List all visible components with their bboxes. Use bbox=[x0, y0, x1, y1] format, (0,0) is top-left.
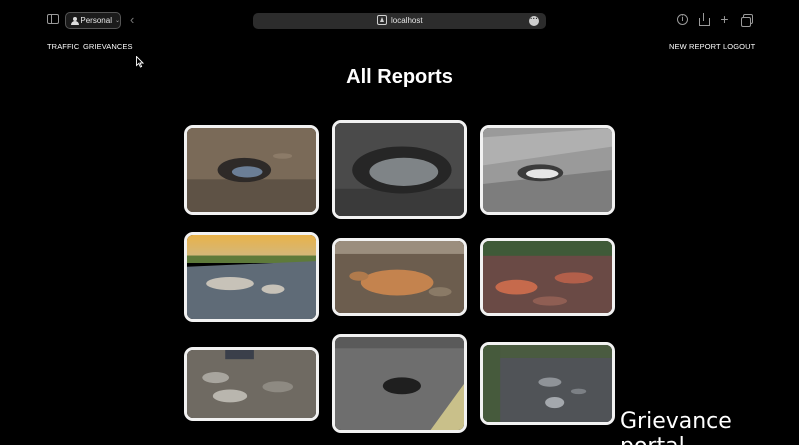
report-card[interactable] bbox=[184, 347, 319, 421]
more-options-icon[interactable]: ··· bbox=[529, 15, 539, 26]
report-image bbox=[187, 235, 316, 319]
report-card[interactable] bbox=[332, 120, 467, 219]
report-image bbox=[335, 337, 464, 430]
report-image bbox=[335, 241, 464, 313]
new-tab-plus-icon[interactable]: + bbox=[719, 12, 730, 26]
report-image bbox=[187, 350, 316, 418]
report-image bbox=[483, 241, 612, 313]
person-icon bbox=[71, 16, 80, 25]
info-icon[interactable]: i bbox=[677, 14, 688, 25]
share-icon[interactable] bbox=[698, 13, 710, 26]
nav-logout-link[interactable]: LOGOUT bbox=[723, 42, 755, 51]
tab-overview-icon[interactable] bbox=[741, 14, 753, 27]
report-card[interactable] bbox=[184, 125, 319, 215]
profile-button[interactable]: Personal ⌄ bbox=[65, 12, 121, 29]
report-card[interactable] bbox=[480, 125, 615, 215]
sidebar-toggle-icon[interactable] bbox=[47, 14, 59, 24]
report-card[interactable] bbox=[184, 232, 319, 322]
browser-toolbar: Personal ⌄ ‹ localhost ··· i + bbox=[0, 0, 799, 38]
report-card[interactable] bbox=[332, 238, 467, 316]
report-card[interactable] bbox=[480, 238, 615, 316]
back-arrow-icon[interactable]: ‹ bbox=[130, 12, 134, 27]
nav-traffic-link[interactable]: TRAFFIC bbox=[47, 42, 79, 51]
nav-grievances-link[interactable]: GRIEVANCES bbox=[83, 42, 133, 51]
url-text: localhost bbox=[391, 15, 423, 25]
caption-text: Grievance portal bbox=[620, 409, 732, 445]
chevron-down-icon: ⌄ bbox=[114, 18, 120, 24]
report-image bbox=[483, 128, 612, 212]
site-icon bbox=[377, 15, 387, 25]
report-image bbox=[335, 123, 464, 216]
report-card[interactable] bbox=[332, 334, 467, 433]
report-image bbox=[187, 128, 316, 212]
nav-new-report-link[interactable]: NEW REPORT bbox=[669, 42, 721, 51]
address-bar[interactable]: localhost ··· bbox=[253, 13, 546, 29]
page-title: All Reports bbox=[346, 66, 453, 88]
report-image bbox=[483, 345, 612, 422]
profile-label: Personal bbox=[80, 16, 112, 25]
report-card[interactable] bbox=[480, 342, 615, 425]
